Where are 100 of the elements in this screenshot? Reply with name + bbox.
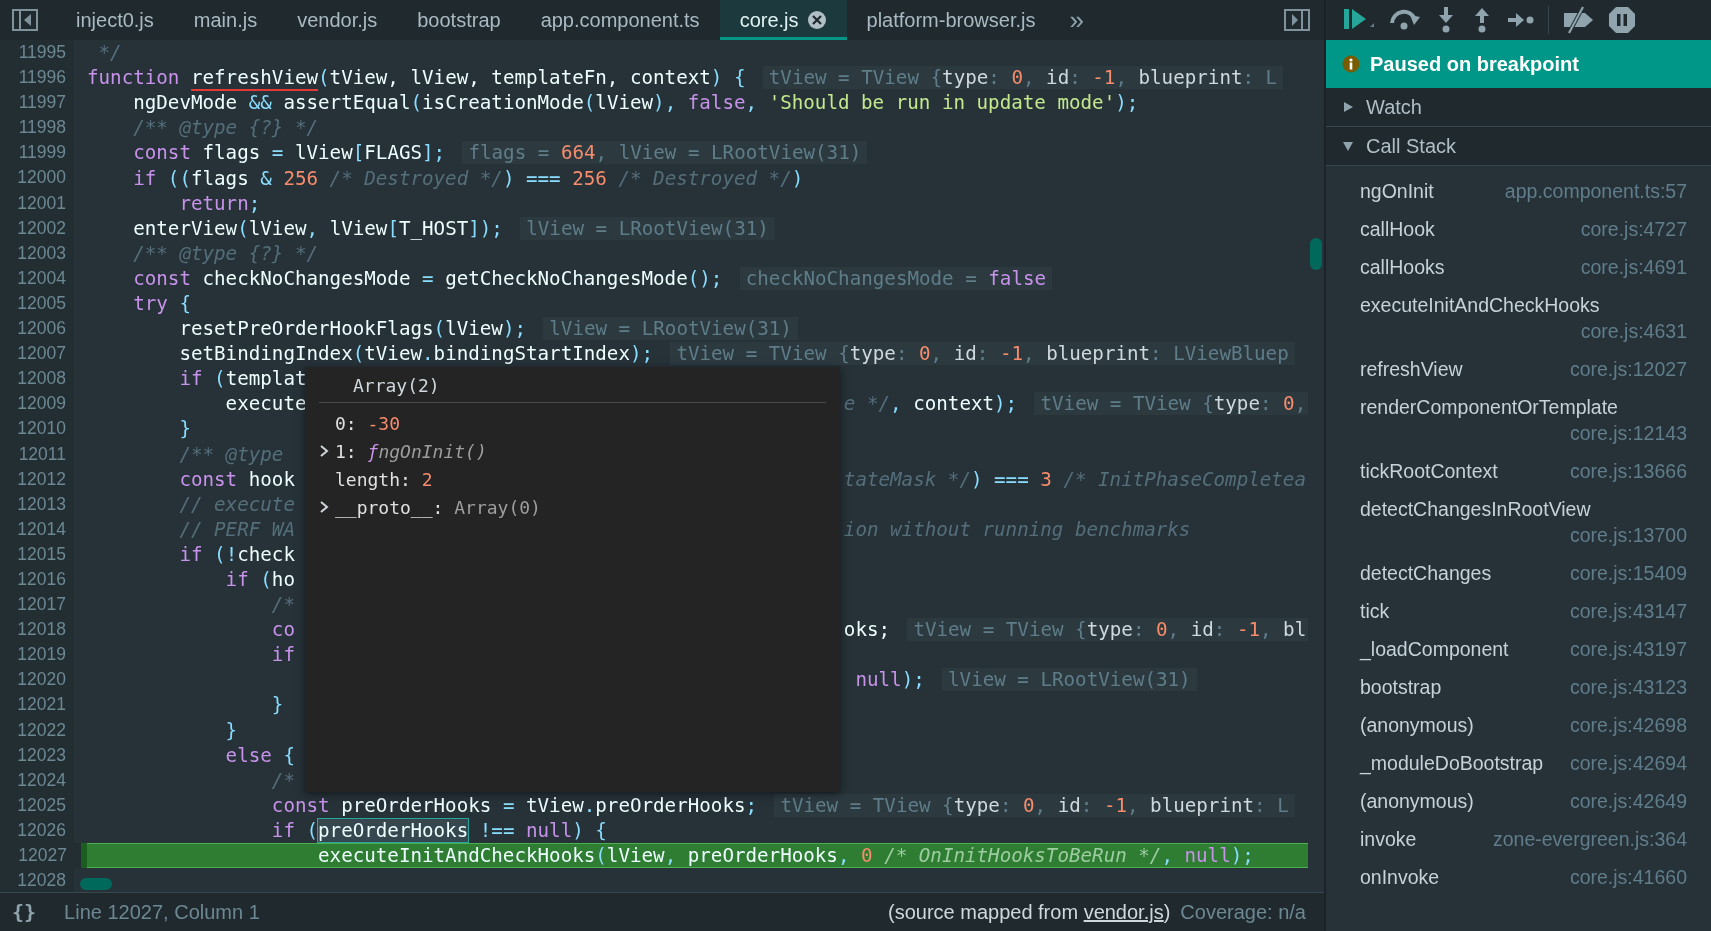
- function-name[interactable]: renderComponentOrTemplate: [1360, 394, 1618, 420]
- banner-text: Paused on breakpoint: [1370, 52, 1579, 76]
- code-text: const hook: [178, 467, 295, 491]
- code-text: if (ho: [224, 568, 295, 591]
- code-text: }: [270, 693, 284, 717]
- line-number: 11998: [0, 115, 74, 141]
- property-entry: length: 2: [335, 468, 433, 490]
- line-number: 12007: [0, 341, 74, 367]
- code-text: ngDevMode && assertEqual(isCreationMode(lView), false, 'Should be run in update mode');: [132, 91, 1139, 115]
- function-name[interactable]: invoke: [1360, 826, 1417, 852]
- function-name[interactable]: detectChanges: [1360, 560, 1492, 586]
- line-number: 12018: [0, 617, 74, 643]
- section-header[interactable]: Call Stack: [1326, 127, 1711, 166]
- line-number: 12008: [0, 366, 74, 392]
- line-number: 12014: [0, 516, 74, 542]
- line-number: 12013: [0, 491, 74, 517]
- file-tab[interactable]: main.js: [173, 0, 278, 40]
- function-name[interactable]: detectChangesInRootView: [1360, 496, 1591, 522]
- line-number: 12023: [0, 742, 74, 768]
- function-name[interactable]: bootstrap: [1360, 674, 1442, 700]
- code-text: // PERF WA: [178, 517, 295, 541]
- code-text: if: [270, 643, 295, 667]
- line-number: 12001: [0, 190, 74, 216]
- line-number: 11995: [0, 40, 74, 66]
- line-number: 12005: [0, 290, 74, 317]
- line-number: 12026: [0, 817, 74, 843]
- line-number: 12020: [0, 667, 74, 693]
- file-tab[interactable]: core.js: [719, 0, 847, 40]
- line-number: 12016: [0, 566, 74, 593]
- code-text: e */, context);: [843, 392, 1018, 416]
- line-number: 12002: [0, 215, 74, 241]
- file-tab[interactable]: bootstrap: [397, 0, 521, 40]
- code-text: */: [97, 41, 122, 65]
- function-name[interactable]: callHooks: [1360, 254, 1445, 280]
- code-text: return;: [178, 191, 261, 215]
- line-number: 12019: [0, 642, 74, 668]
- code-text: if (!check: [178, 542, 295, 566]
- code-text: co: [270, 618, 295, 642]
- code-text: if (preOrderHooks !== null) {: [270, 818, 607, 842]
- chevron-right-icon[interactable]: [319, 444, 329, 458]
- file-tab[interactable]: vendor.js: [277, 0, 398, 40]
- panel-toggle-icon[interactable]: [1284, 9, 1310, 31]
- function-name[interactable]: callHook: [1360, 216, 1435, 242]
- line-number: 12017: [0, 592, 74, 618]
- file-tab[interactable]: platform-browser.js: [846, 0, 1056, 40]
- popover-title: Array(2): [319, 375, 826, 403]
- source-link[interactable]: vendor.js: [1083, 900, 1164, 923]
- info-icon: [1342, 55, 1360, 73]
- code-text: /** @type {?} */: [132, 116, 319, 140]
- function-name[interactable]: executeInitAndCheckHooks: [1360, 292, 1600, 318]
- code-text: executeInitAndCheckHooks(lView, preOrderHooks, 0 /* OnInitHooksToBeRun */, null);: [317, 844, 1254, 868]
- close-icon[interactable]: [806, 10, 827, 30]
- sidebar-toggle-icon[interactable]: [12, 9, 38, 31]
- code-text: resetPreOrderHookFlags(lView);: [178, 317, 526, 341]
- function-name[interactable]: (anonymous): [1360, 712, 1474, 738]
- code-text: /** @type: [178, 442, 284, 466]
- code-text: else {: [224, 743, 295, 767]
- inline-value: flags = 664, lView = LRootView(31): [462, 141, 868, 165]
- inline-value: tView = TView {type: 0, id: -1, blueprint: L: [762, 66, 1284, 90]
- code-text: setBindingIndex(tView.bindingStartIndex);: [178, 342, 654, 366]
- line-number: 12006: [0, 316, 74, 342]
- function-name[interactable]: _moduleDoBootstrap: [1360, 750, 1544, 776]
- line-number: 12003: [0, 240, 74, 266]
- code-text: const preOrderHooks = tView.preOrderHooks;: [270, 793, 758, 817]
- chevron-right-icon[interactable]: [319, 500, 329, 514]
- section-header[interactable]: Watch: [1326, 88, 1711, 127]
- file-tab[interactable]: inject0.js: [56, 0, 174, 40]
- function-name[interactable]: (anonymous): [1360, 788, 1474, 814]
- function-name[interactable]: tick: [1360, 598, 1390, 624]
- inline-value: lView = LRootView(31): [520, 216, 775, 240]
- line-number: 12015: [0, 541, 74, 567]
- inline-value: checkNoChangesMode = false: [739, 266, 1053, 290]
- function-name[interactable]: tickRootContext: [1360, 458, 1498, 484]
- code-text: /*: [270, 593, 295, 617]
- file-tab[interactable]: app.component.ts: [520, 0, 720, 40]
- line-number: 12000: [0, 165, 74, 191]
- function-name[interactable]: _loadComponent: [1360, 636, 1509, 662]
- pause-icon[interactable]: [1607, 5, 1637, 35]
- breakpoint-off-icon[interactable]: [1561, 5, 1595, 35]
- code-text: if ((flags & 256 /* Destroyed */) === 256 /* Destroyed */): [132, 166, 804, 190]
- scrollbar-thumb[interactable]: [1310, 238, 1322, 270]
- code-text: const checkNoChangesMode = getCheckNoChangesMode();: [132, 266, 723, 290]
- code-text: try {: [132, 292, 191, 315]
- scrollbar-thumb[interactable]: [80, 878, 112, 890]
- function-name[interactable]: refreshView: [1360, 356, 1463, 382]
- line-number: 12011: [0, 441, 74, 467]
- line-number: 11997: [0, 90, 74, 116]
- inline-value: lView = LRootView(31): [942, 668, 1197, 692]
- more-tabs[interactable]: »: [1069, 4, 1084, 36]
- line-number: 11996: [0, 65, 74, 91]
- inline-value: lView = LRootView(31): [543, 317, 798, 341]
- coverage-label: Coverage: n/a: [1180, 900, 1306, 924]
- function-name[interactable]: ngOnInit: [1360, 178, 1434, 204]
- code-text: if (templat: [178, 367, 307, 391]
- line-number: 12028: [0, 868, 74, 892]
- code-text: }: [224, 718, 238, 742]
- property-entry: __proto__: Array(0): [335, 496, 541, 518]
- function-name[interactable]: onInvoke: [1360, 864, 1440, 890]
- inline-value: tView = TView {type: 0, id: -1, blueprint: L: [774, 793, 1295, 817]
- pretty-print-toggle[interactable]: {}: [12, 900, 37, 924]
